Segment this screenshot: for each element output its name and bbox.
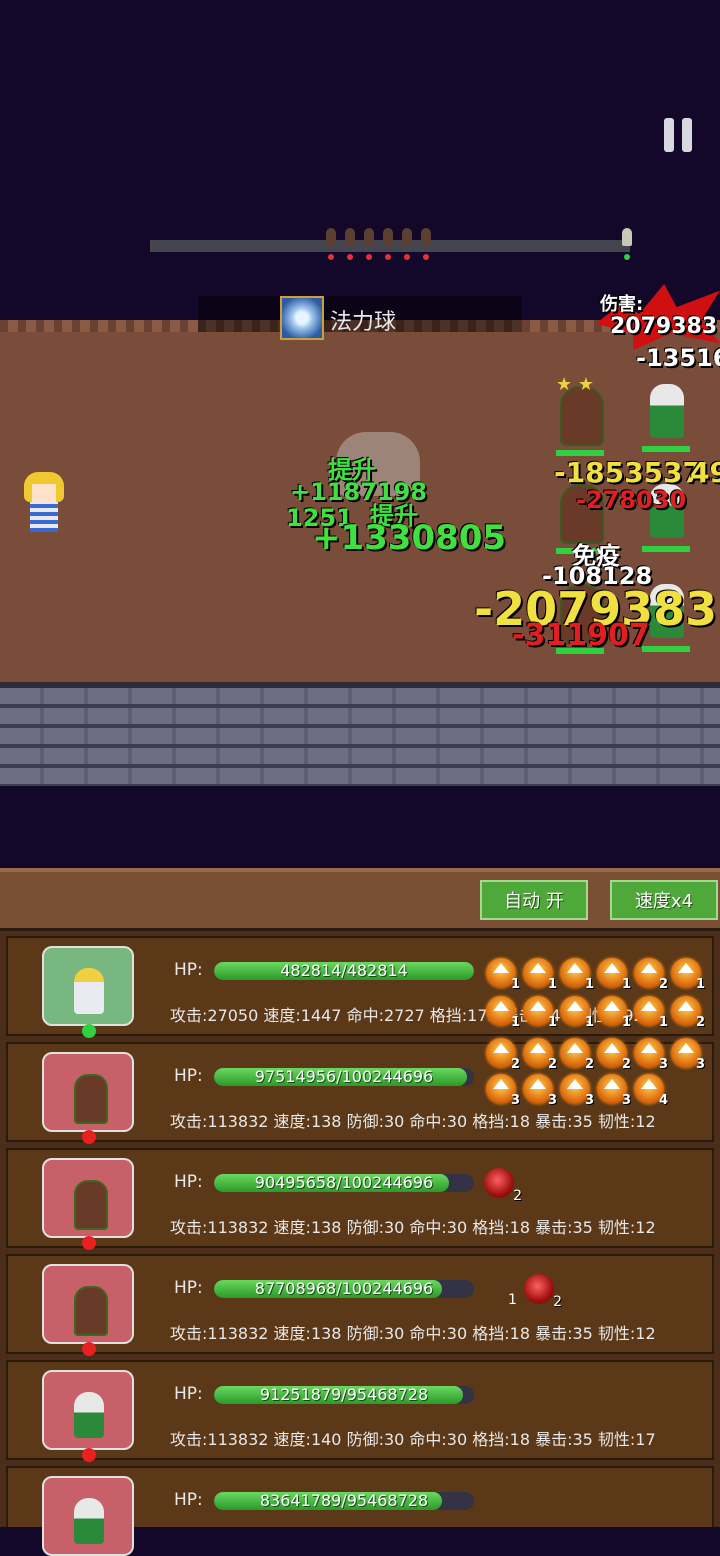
- float-damage: -311907: [512, 618, 650, 653]
- sky-background: [0, 0, 720, 320]
- stun-stars-icon: ★ ★: [556, 374, 594, 395]
- hp-value: 83641789/95468728: [259, 1492, 429, 1510]
- attack-up-buff-icon: 3: [523, 1074, 557, 1108]
- mage-sprite: [642, 376, 692, 452]
- damage-label: 伤害:: [600, 294, 644, 315]
- hp-label: HP:: [174, 1278, 203, 1298]
- hp-bar: 91251879/95468728: [214, 1386, 474, 1404]
- speed-button[interactable]: 速度x4: [610, 880, 718, 920]
- float-damage: -1853537: [554, 456, 702, 489]
- enemy-portrait: [42, 1370, 134, 1462]
- unit-row-enemy[interactable]: HP: 90495658/100244696 攻击:113832 速度:138 …: [6, 1148, 714, 1250]
- hero-portrait: [42, 946, 134, 1038]
- void-gap: [0, 786, 720, 868]
- hp-bar: 83641789/95468728: [214, 1492, 474, 1510]
- hp-label: HP:: [174, 1066, 203, 1086]
- pause-icon: [682, 118, 692, 152]
- attack-up-buff-icon: 1: [634, 996, 668, 1030]
- mana-orb-skill-icon: [280, 296, 324, 340]
- attack-up-buff-icon: 1: [486, 958, 520, 992]
- attack-up-buff-icon: 2: [597, 1038, 631, 1072]
- hero-marker: [620, 224, 634, 260]
- attack-up-buff-icon: 2: [671, 996, 705, 1030]
- debuff-prefix: 1: [508, 1292, 517, 1308]
- status-dot: [82, 1236, 96, 1250]
- unit-row-enemy[interactable]: HP: 87708968/100244696 攻击:113832 速度:138 …: [6, 1254, 714, 1356]
- attack-up-buff-icon: 1: [597, 958, 631, 992]
- unit-row-enemy[interactable]: HP: 83641789/95468728: [6, 1466, 714, 1556]
- unit-row-hero[interactable]: HP: 482814/482814 攻击:27050 速度:1447 命中:27…: [6, 936, 714, 1038]
- pause-icon: [664, 118, 674, 152]
- attack-up-buff-icon: 1: [560, 958, 594, 992]
- attack-up-buff-icon: 3: [671, 1038, 705, 1072]
- status-dot: [82, 1130, 96, 1144]
- skill-name: 法力球: [330, 310, 397, 335]
- hp-bar: 482814/482814: [214, 962, 474, 980]
- unit-row-enemy[interactable]: HP: 91251879/95468728 攻击:113832 速度:140 防…: [6, 1360, 714, 1462]
- unit-stats: 攻击:113832 速度:138 防御:30 命中:30 格挡:18 暴击:35…: [170, 1112, 656, 1131]
- hp-bar: 87708968/100244696: [214, 1280, 474, 1298]
- enemy-marker: [362, 224, 376, 260]
- attack-up-buff-icon: 2: [634, 958, 668, 992]
- enemy-portrait: [42, 1476, 134, 1556]
- pause-button[interactable]: [664, 118, 694, 152]
- float-damage: -278030: [576, 486, 687, 514]
- hp-value: 90495658/100244696: [254, 1174, 434, 1192]
- unit-stats: 攻击:113832 速度:140 防御:30 命中:30 格挡:18 暴击:35…: [170, 1430, 656, 1449]
- bleed-debuff-icon: 2: [524, 1274, 562, 1310]
- enemy-portrait: [42, 1264, 134, 1356]
- enemy-marker: [400, 224, 414, 260]
- bleed-debuff-icon: 2: [484, 1168, 522, 1204]
- auto-toggle-button[interactable]: 自动 开: [480, 880, 588, 920]
- attack-up-buff-icon: 1: [671, 958, 705, 992]
- hp-bar: 90495658/100244696: [214, 1174, 474, 1192]
- stone-wall: [0, 682, 720, 792]
- attack-up-buff-icon: 3: [597, 1074, 631, 1108]
- attack-up-buff-icon: 1: [486, 996, 520, 1030]
- enemy-portrait: [42, 1158, 134, 1250]
- attack-up-buff-icon: 2: [560, 1038, 594, 1072]
- attack-up-buff-icon: 1: [523, 958, 557, 992]
- enemy-portrait: [42, 1052, 134, 1144]
- hp-label: HP:: [174, 1172, 203, 1192]
- status-dot: [82, 1342, 96, 1356]
- hp-value: 97514956/100244696: [254, 1068, 434, 1086]
- unit-stats: 攻击:113832 速度:138 防御:30 命中:30 格挡:18 暴击:35…: [170, 1218, 656, 1237]
- hp-label: HP:: [174, 960, 203, 980]
- attack-up-buff-icon: 3: [634, 1038, 668, 1072]
- hp-label: HP:: [174, 1384, 203, 1404]
- hp-value: 482814/482814: [280, 962, 408, 980]
- unit-stats: 攻击:113832 速度:138 防御:30 命中:30 格挡:18 暴击:35…: [170, 1324, 656, 1343]
- enemy-marker: [324, 224, 338, 260]
- hp-bar: 97514956/100244696: [214, 1068, 474, 1086]
- attack-up-buff-icon: 2: [523, 1038, 557, 1072]
- attack-up-buff-icon: 3: [486, 1074, 520, 1108]
- hp-value: 87708968/100244696: [254, 1280, 434, 1298]
- attack-up-buff-icon: 2: [486, 1038, 520, 1072]
- float-damage: 49: [690, 456, 720, 489]
- status-dot: [82, 1024, 96, 1038]
- unit-row-enemy[interactable]: HP: 97514956/100244696 攻击:113832 速度:138 …: [6, 1038, 714, 1144]
- float-damage: -13516: [636, 344, 720, 372]
- float-heal: +1330805: [312, 518, 507, 558]
- hp-label: HP:: [174, 1490, 203, 1510]
- hero-sprite: [20, 472, 68, 536]
- hp-value: 91251879/95468728: [259, 1386, 429, 1404]
- enemy-marker: [381, 224, 395, 260]
- attack-up-buff-icon: 1: [597, 996, 631, 1030]
- enemy-marker: [419, 224, 433, 260]
- attack-up-buff-icon: 3: [560, 1074, 594, 1108]
- attack-up-buff-icon: 1: [560, 996, 594, 1030]
- damage-total: 2079383: [610, 314, 718, 339]
- status-dot: [82, 1448, 96, 1462]
- attack-up-buff-icon: 4: [634, 1074, 668, 1108]
- enemy-marker: [343, 224, 357, 260]
- attack-up-buff-icon: 1: [523, 996, 557, 1030]
